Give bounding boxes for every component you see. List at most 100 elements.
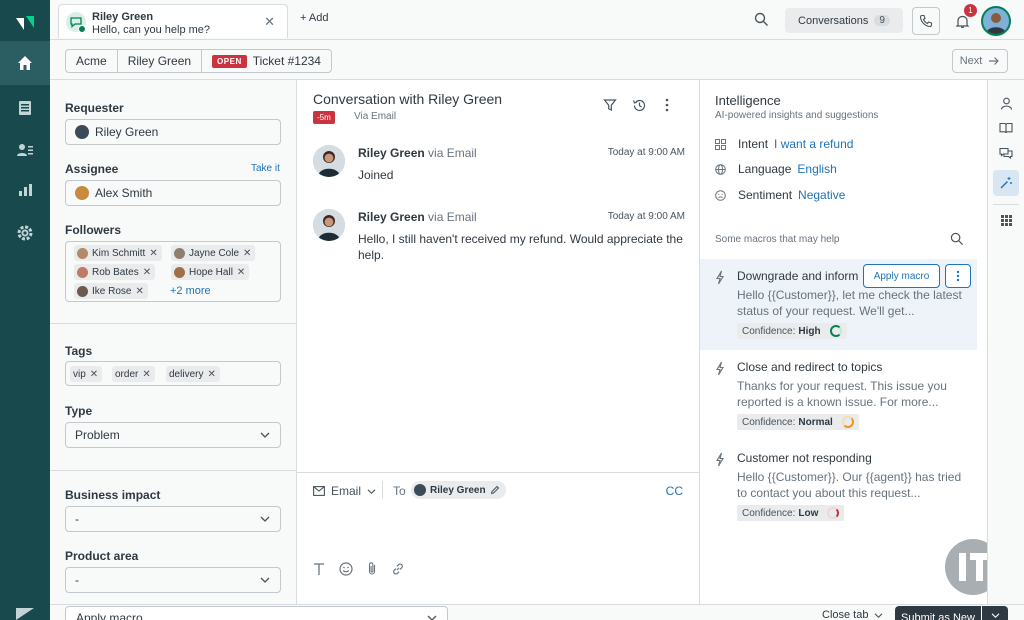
requester-label: Requester xyxy=(65,101,124,115)
requester-field[interactable]: Riley Green xyxy=(65,119,281,145)
recipient-pill[interactable]: Riley Green xyxy=(411,481,506,499)
product-area-value: - xyxy=(75,573,79,587)
sentiment-icon xyxy=(715,189,729,201)
remove-icon[interactable]: ✕ xyxy=(207,369,215,380)
business-impact-value: - xyxy=(75,512,79,526)
intent-value[interactable]: I want a refund xyxy=(774,137,853,151)
submit-button[interactable]: Submit as New xyxy=(895,606,981,620)
channel-selector[interactable]: Email xyxy=(313,484,376,498)
type-select[interactable]: Problem xyxy=(65,422,281,448)
link-icon[interactable] xyxy=(391,562,405,576)
message-timestamp: Today at 9:00 AM xyxy=(607,147,685,158)
filter-button[interactable] xyxy=(603,98,617,112)
remove-icon[interactable]: ✕ xyxy=(90,369,98,380)
language-value[interactable]: English xyxy=(797,162,836,176)
follower-pill[interactable]: Rob Bates ✕ xyxy=(74,264,156,280)
product-area-select[interactable]: - xyxy=(65,567,281,593)
tag-pill[interactable]: delivery ✕ xyxy=(166,366,220,382)
follower-avatar xyxy=(174,266,185,278)
tag-pill[interactable]: order ✕ xyxy=(112,366,155,382)
follower-pill[interactable]: Kim Schmitt ✕ xyxy=(74,245,162,261)
remove-icon[interactable]: ✕ xyxy=(149,248,157,259)
customer-context-button[interactable] xyxy=(993,90,1019,116)
remove-icon[interactable]: ✕ xyxy=(142,369,150,380)
close-tab-icon[interactable]: ✕ xyxy=(264,14,275,30)
message-author: Riley Green via Email xyxy=(358,210,477,224)
take-it-link[interactable]: Take it xyxy=(251,163,280,174)
views-nav-item[interactable] xyxy=(0,86,50,130)
add-tab-button[interactable]: + Add xyxy=(300,12,328,24)
home-nav-item[interactable] xyxy=(0,41,50,85)
cc-button[interactable]: CC xyxy=(666,484,683,498)
remove-icon[interactable]: ✕ xyxy=(143,267,151,278)
history-button[interactable] xyxy=(632,98,647,113)
attachment-icon[interactable] xyxy=(367,561,377,576)
pencil-icon[interactable] xyxy=(490,485,500,495)
search-button[interactable] xyxy=(754,12,769,27)
notifications-button[interactable]: 1 xyxy=(948,4,977,35)
type-label: Type xyxy=(65,404,93,418)
conversations-context-button[interactable] xyxy=(993,140,1019,166)
sentiment-value[interactable]: Negative xyxy=(798,188,845,202)
apply-macro-button[interactable]: Apply macro xyxy=(863,264,940,288)
remove-icon[interactable]: ✕ xyxy=(135,286,143,297)
remove-icon[interactable]: ✕ xyxy=(237,267,245,278)
next-button[interactable]: Next xyxy=(952,49,1008,73)
macro-suggestion[interactable]: Close and redirect to topics Thanks for … xyxy=(700,350,977,441)
knowledge-button[interactable] xyxy=(993,115,1019,141)
status-badge: OPEN xyxy=(212,54,247,68)
macro-title: Customer not responding xyxy=(737,451,872,465)
ticket-id: Ticket #1234 xyxy=(252,54,321,68)
customers-nav-item[interactable] xyxy=(0,128,50,172)
apply-macro-select[interactable]: Apply macro xyxy=(65,606,448,620)
more-options-button[interactable] xyxy=(665,98,669,112)
follower-pill[interactable]: Hope Hall ✕ xyxy=(171,264,250,280)
remove-icon[interactable]: ✕ xyxy=(243,248,251,259)
followers-field[interactable]: Kim Schmitt ✕ Jayne Cole ✕ Rob Bates ✕ Hope… xyxy=(65,241,281,302)
follower-pill[interactable]: Jayne Cole ✕ xyxy=(171,245,256,261)
follower-pill[interactable]: Ike Rose ✕ xyxy=(74,283,148,299)
breadcrumb-ticket[interactable]: OPEN Ticket #1234 xyxy=(202,50,331,72)
composer-toolbar xyxy=(313,561,405,576)
submit-options-button[interactable] xyxy=(982,606,1008,620)
online-status-dot xyxy=(78,25,86,33)
search-icon xyxy=(754,12,768,26)
conversations-label: Conversations xyxy=(798,14,869,27)
tags-label: Tags xyxy=(65,344,93,358)
breadcrumb: Acme Riley Green OPEN Ticket #1234 xyxy=(65,49,332,73)
assignee-field[interactable]: Alex Smith xyxy=(65,180,281,206)
macro-suggestion[interactable]: Customer not responding Hello {{Customer… xyxy=(700,441,977,532)
ticket-tab[interactable]: Riley Green Hello, can you help me? ✕ xyxy=(58,4,288,38)
admin-nav-item[interactable] xyxy=(0,211,50,255)
confidence-badge: Confidence: Low xyxy=(737,505,845,521)
text-format-icon[interactable] xyxy=(313,562,325,576)
business-impact-select[interactable]: - xyxy=(65,506,281,532)
product-area-label: Product area xyxy=(65,549,139,563)
section-divider xyxy=(50,470,296,471)
zendesk-logo-icon[interactable] xyxy=(14,12,36,34)
magic-wand-icon xyxy=(1000,177,1012,189)
chevron-down-icon xyxy=(427,615,437,620)
close-tab-button[interactable]: Close tab xyxy=(822,609,883,620)
breadcrumb-bar: Acme Riley Green OPEN Ticket #1234 Next xyxy=(50,40,1024,80)
intelligence-button[interactable] xyxy=(993,170,1019,196)
macro-title: Downgrade and inform xyxy=(737,269,859,283)
more-followers-link[interactable]: +2 more xyxy=(170,285,211,297)
follower-avatar xyxy=(77,266,88,278)
sentiment-row: Sentiment Negative xyxy=(715,187,845,203)
macro-search-button[interactable] xyxy=(950,232,964,246)
apply-macro-label: Apply macro xyxy=(76,611,143,620)
tags-field[interactable]: vip ✕ order ✕ delivery ✕ xyxy=(65,361,281,386)
emoji-icon[interactable] xyxy=(339,561,353,576)
tag-pill[interactable]: vip ✕ xyxy=(70,366,103,382)
breadcrumb-org[interactable]: Acme xyxy=(66,50,118,72)
conversations-button[interactable]: Conversations 9 xyxy=(785,8,903,33)
macro-options-button[interactable] xyxy=(945,264,971,288)
apps-button[interactable] xyxy=(993,207,1019,233)
user-avatar[interactable] xyxy=(981,6,1011,36)
reporting-nav-item[interactable] xyxy=(0,168,50,212)
phone-button[interactable] xyxy=(912,7,940,35)
macro-suggestion[interactable]: Downgrade and inform Apply macro Hello {… xyxy=(700,259,977,350)
recipient-name: Riley Green xyxy=(430,484,486,496)
breadcrumb-requester[interactable]: Riley Green xyxy=(118,50,203,72)
